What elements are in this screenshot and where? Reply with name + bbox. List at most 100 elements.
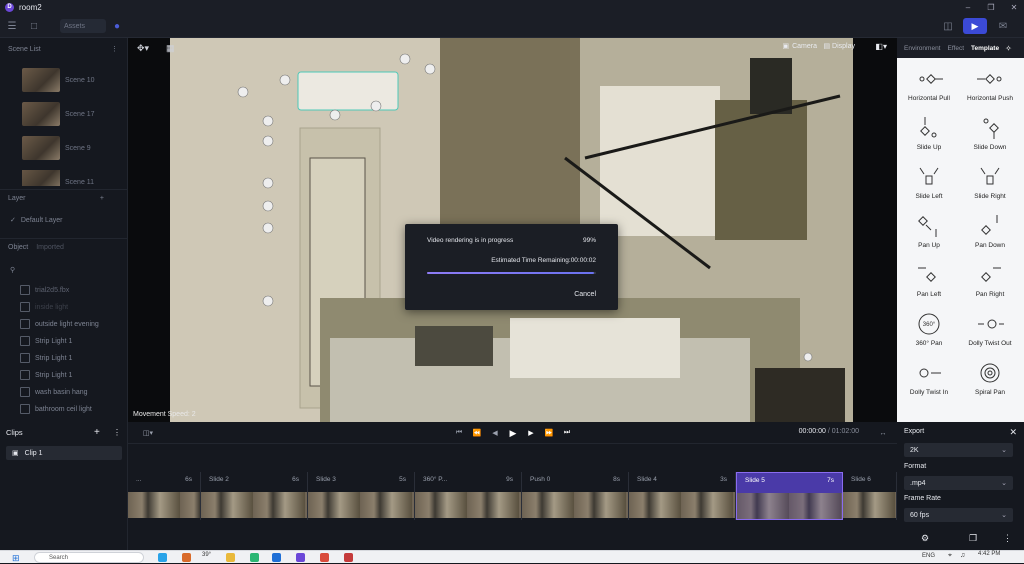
aspect-ratio-icon[interactable]: ◧▾	[875, 42, 887, 51]
step-forward-icon[interactable]: ▶	[526, 428, 536, 438]
taskbar-app-icon[interactable]	[182, 553, 191, 562]
clip-item[interactable]: ▣ Clip 1	[6, 446, 122, 460]
tab-effect[interactable]: Effect	[948, 45, 965, 52]
display-button[interactable]: ▤ Display	[823, 42, 855, 50]
progress-fill	[427, 272, 595, 274]
template-dolly-twist-out[interactable]: Dolly Twist Out	[960, 307, 1020, 356]
scene-item[interactable]: Scene 11	[22, 170, 122, 186]
add-layer-icon[interactable]: +	[100, 195, 104, 202]
template-slide-left[interactable]: Slide Left	[899, 160, 959, 209]
export-icon[interactable]: ✉	[996, 19, 1010, 33]
timeline-slide[interactable]: Slide 6	[843, 472, 897, 520]
template-pan-left[interactable]: Pan Left	[899, 258, 959, 307]
template-slide-down[interactable]: Slide Down	[960, 111, 1020, 160]
object-row[interactable]: Strip Light 1	[8, 350, 126, 366]
grid-icon[interactable]: ▦	[166, 43, 175, 54]
camera-move-icon	[918, 216, 937, 237]
network-icon[interactable]: ⌖	[948, 552, 952, 560]
object-search[interactable]: ⚲	[8, 262, 126, 278]
settings-icon[interactable]: ⚙	[921, 533, 929, 544]
template-horizontal-pull[interactable]: Horizontal Pull	[899, 62, 959, 111]
weather-temp: 39°	[202, 552, 212, 558]
object-row[interactable]: wash basin hang	[8, 384, 126, 400]
edge-icon[interactable]	[158, 553, 167, 562]
store-icon[interactable]	[272, 553, 281, 562]
timeline-slide[interactable]: Slide 4 3s	[629, 472, 736, 520]
timeline-slide[interactable]: Slide 5 7s	[736, 472, 843, 520]
cancel-button[interactable]: Cancel	[574, 291, 596, 298]
taskbar-search[interactable]: Search	[34, 552, 144, 563]
more-icon[interactable]: ⋮	[1003, 533, 1012, 544]
sparkle-icon[interactable]: ✧	[1005, 44, 1012, 53]
transition-icon[interactable]: ◫▾	[140, 428, 156, 438]
object-row[interactable]: inside light	[8, 299, 126, 315]
timeline-slide[interactable]: Slide 3 5s	[308, 472, 415, 520]
timeline-slide[interactable]: 360° P... 9s	[415, 472, 522, 520]
template-pan-down[interactable]: Pan Down	[960, 209, 1020, 258]
template-spiral-pan[interactable]: Spiral Pan	[960, 356, 1020, 405]
copy-icon[interactable]: ❐	[969, 533, 977, 544]
fit-timeline-icon[interactable]: ↔	[878, 428, 888, 438]
timeline-slide[interactable]: Slide 2 6s	[201, 472, 308, 520]
camera-move-icon	[919, 74, 943, 84]
object-row[interactable]: trial2d5.fbx	[8, 282, 126, 298]
object-row[interactable]: outside light evening	[8, 316, 126, 332]
object-row[interactable]: bathroom ceil light	[8, 401, 126, 417]
fast-forward-icon[interactable]: ⏩	[544, 428, 554, 438]
restore-icon[interactable]: ❐	[981, 0, 1001, 14]
chrome-icon[interactable]	[320, 553, 329, 562]
minimize-icon[interactable]: –	[958, 0, 978, 14]
skip-end-icon[interactable]: ⏭	[562, 428, 572, 438]
object-tab-imported[interactable]: Imported	[36, 244, 64, 251]
object-row[interactable]: Strip Light 1	[8, 367, 126, 383]
file-explorer-icon[interactable]	[226, 553, 235, 562]
frame-rate-value: 60 fps	[910, 511, 930, 519]
scene-item[interactable]: Scene 9	[22, 136, 122, 160]
windows-start-icon[interactable]: ⊞	[12, 553, 20, 564]
timeline-slide[interactable]: Push 0 8s	[522, 472, 629, 520]
add-clip-icon[interactable]: +	[94, 427, 100, 438]
scene-item[interactable]: Scene 17	[22, 102, 122, 126]
template-horizontal-push[interactable]: Horizontal Push	[960, 62, 1020, 111]
close-icon[interactable]: ✕	[1009, 427, 1017, 438]
tab-environment[interactable]: Environment	[904, 45, 941, 52]
acrobat-icon[interactable]	[344, 553, 353, 562]
file-icon[interactable]: □	[27, 19, 41, 33]
close-icon[interactable]: ✕	[1004, 0, 1024, 14]
video-record-button[interactable]: ▶	[963, 18, 987, 34]
rewind-icon[interactable]: ⏪	[472, 428, 482, 438]
right-panel-tabs: Environment Effect Template ✧	[897, 38, 1024, 58]
layer-item[interactable]: ✓ Default Layer	[8, 212, 126, 228]
template-pan-right[interactable]: Pan Right	[960, 258, 1020, 307]
tab-template[interactable]: Template	[971, 45, 999, 52]
step-back-icon[interactable]: ◀	[490, 428, 500, 438]
scene-list-header: Scene List ⋮	[0, 40, 128, 58]
template-slide-up[interactable]: Slide Up	[899, 111, 959, 160]
template-dolly-twist-in[interactable]: Dolly Twist In	[899, 356, 959, 405]
resolution-select[interactable]: 2K ⌄	[904, 443, 1013, 457]
template-slide-right[interactable]: Slide Right	[960, 160, 1020, 209]
format-select[interactable]: .mp4 ⌄	[904, 476, 1013, 490]
snapshot-icon[interactable]: ◫	[941, 19, 955, 33]
transform-gizmo-icon[interactable]: ✥▾	[137, 43, 149, 54]
clock[interactable]: 4:42 PM	[978, 551, 1000, 557]
taskbar-app-icon[interactable]	[250, 553, 259, 562]
d5-render-icon[interactable]	[296, 553, 305, 562]
timeline-slide[interactable]: ... 6s	[128, 472, 201, 520]
globe-icon[interactable]: ●	[110, 19, 124, 33]
camera-button[interactable]: ▣ Camera	[782, 42, 817, 51]
frame-rate-select[interactable]: 60 fps ⌄	[904, 508, 1013, 522]
skip-start-icon[interactable]: ⏮	[454, 428, 464, 438]
play-icon[interactable]: ▶	[508, 428, 518, 438]
more-icon[interactable]: ⋮	[111, 45, 118, 53]
template-360-pan[interactable]: 360° 360° Pan	[899, 307, 959, 356]
assets-button[interactable]: Assets	[60, 19, 106, 33]
volume-icon[interactable]: ♫	[960, 552, 965, 559]
slide-duration: 5s	[399, 475, 406, 483]
object-row[interactable]: Strip Light 1	[8, 333, 126, 349]
scene-item[interactable]: Scene 10	[22, 68, 122, 92]
language-indicator[interactable]: ENG	[922, 553, 935, 559]
more-icon[interactable]: ⋮	[113, 428, 121, 437]
menu-icon[interactable]: ☰	[5, 19, 19, 33]
template-pan-up[interactable]: Pan Up	[899, 209, 959, 258]
